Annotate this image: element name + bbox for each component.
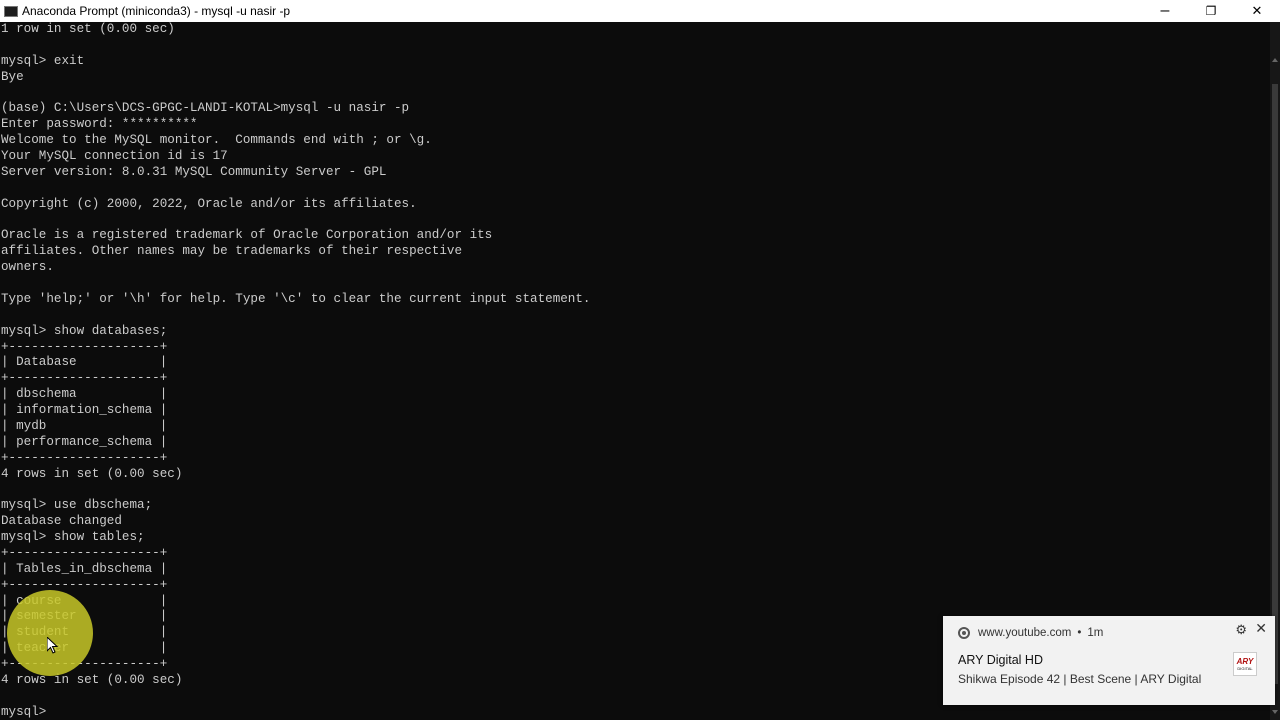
notification-body: Shikwa Episode 42 | Best Scene | ARY Dig…	[958, 672, 1202, 686]
logo-subtext: DIGITAL	[1237, 666, 1253, 671]
notification-title: ARY Digital HD	[958, 653, 1043, 667]
window-title: Anaconda Prompt (miniconda3) - mysql -u …	[22, 4, 291, 18]
minimize-icon: –	[1160, 2, 1170, 19]
close-icon: ✕	[1251, 3, 1263, 18]
close-icon[interactable]: ✕	[1255, 620, 1267, 637]
notification-toast[interactable]: www.youtube.com • 1m ⚙ ✕ ARY Digital HD …	[943, 616, 1275, 705]
notification-source: www.youtube.com	[978, 627, 1072, 639]
window-titlebar[interactable]: Anaconda Prompt (miniconda3) - mysql -u …	[0, 0, 1280, 22]
ary-digital-logo: ARY DIGITAL	[1233, 652, 1257, 676]
scroll-down-arrow-icon[interactable]	[1272, 710, 1278, 714]
minimize-button[interactable]: –	[1142, 0, 1188, 22]
chrome-icon	[958, 627, 970, 639]
notification-time: 1m	[1087, 627, 1104, 639]
logo-text: ARY	[1236, 657, 1254, 666]
restore-icon: ❐	[1205, 4, 1217, 18]
notification-separator: •	[1077, 627, 1082, 639]
window-controls: – ❐ ✕	[1142, 0, 1280, 22]
restore-button[interactable]: ❐	[1188, 0, 1234, 22]
close-button[interactable]: ✕	[1234, 0, 1280, 22]
settings-gear-icon[interactable]: ⚙	[1235, 622, 1247, 638]
notification-header: www.youtube.com • 1m	[958, 627, 1103, 639]
scroll-thumb[interactable]	[1272, 84, 1278, 684]
scroll-up-arrow-icon[interactable]	[1272, 58, 1278, 62]
terminal-app-icon	[4, 5, 18, 17]
